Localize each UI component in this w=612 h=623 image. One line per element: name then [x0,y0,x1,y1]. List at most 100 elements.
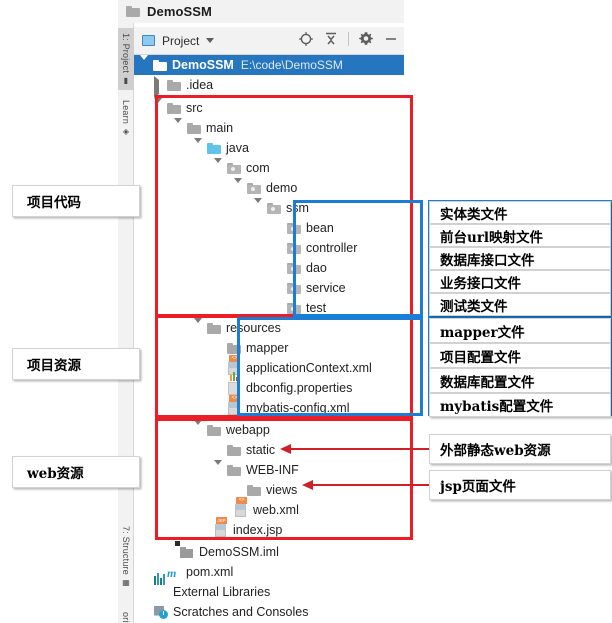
sidebar-item-label: Learn [121,99,131,124]
tree-row-applicationcontext-xml[interactable]: <> applicationContext.xml [134,354,404,378]
tree-row-index-jsp[interactable]: JSP index.jsp [134,516,404,540]
tree-row-web-inf[interactable]: WEB-INF [134,459,404,480]
collapse-all-icon[interactable] [323,31,339,47]
annotation-views: jsp页面文件 [429,470,611,500]
tree-row-controller[interactable]: controller [134,238,404,258]
annotation-label: 数据库配置文件 [440,374,535,391]
tree-row-idea[interactable]: .idea [134,75,404,98]
tree-row-demo[interactable]: demo [134,177,404,198]
tree-item-label: mapper [246,341,289,355]
tree-item-label: mybatis-config.xml [246,401,350,415]
chevron-down-icon[interactable] [154,97,165,117]
tree-row-dao[interactable]: dao [134,258,404,278]
package-icon [287,302,302,315]
tree-row-service[interactable]: service [134,278,404,298]
tree-row-webapp[interactable]: webapp [134,419,404,440]
tree-row-external-libraries[interactable]: External Libraries [134,572,404,602]
annotation-label: 外部静态web资源 [440,443,551,459]
annotation-project-resources: 项目资源 [12,348,140,380]
tree-row-test[interactable]: test [134,298,404,318]
chevron-down-icon[interactable] [174,117,185,137]
package-icon [287,262,302,275]
folder-icon [227,464,242,477]
tree-item-label: Scratches and Consoles [173,605,309,619]
tree-item-label: DemoSSM.iml [199,545,279,559]
tree-row-demossm[interactable]: DemoSSM E:\code\DemoSSM [134,54,404,75]
annotation-dao: 数据库接口文件 [429,247,611,270]
annotation-label: 实体类文件 [440,206,508,223]
tree-row-demossm-iml[interactable]: DemoSSM.iml [134,540,404,562]
project-icon [142,35,155,46]
window-title-bar: DemoSSM [118,0,404,23]
tree-row-main[interactable]: main [134,117,404,138]
annotation-project-code: 项目代码 [12,185,140,217]
gear-icon[interactable] [358,31,374,47]
tree-row-dbconfig-properties[interactable]: dbconfig.properties [134,371,404,398]
tree-row-pom-xml[interactable]: m pom.xml [134,562,404,582]
sidebar-item-structure[interactable]: 7: Structure ▦ [118,518,134,596]
tree-row-mapper[interactable]: mapper [134,338,404,358]
tree-row-java[interactable]: java [134,137,404,158]
properties-file-icon [227,371,242,395]
tree-row-bean[interactable]: bean [134,218,404,238]
screenshot-root: DemoSSM 1: Project ▮ Learn ◈ 7: Structur… [0,0,612,623]
tree-item-label: resources [226,321,281,335]
arrow-head-static [280,444,291,454]
tree-row-web-xml[interactable]: <> web.xml [134,496,404,520]
tree-row-views[interactable]: views [134,480,404,500]
folder-icon [167,102,182,115]
module-icon [153,59,168,72]
sidebar-item-favorites[interactable]: orites [118,601,134,623]
tree-row-src[interactable]: src [134,97,404,118]
sidebar-item-learn[interactable]: Learn ◈ [118,93,134,143]
minimize-icon[interactable] [383,31,399,47]
external-libraries-icon [154,572,169,599]
chevron-right-icon[interactable] [154,75,165,98]
chevron-down-icon[interactable] [214,157,225,177]
tree-item-label: web.xml [253,503,299,517]
arrow-line-static [290,448,430,450]
tree-item-label: index.jsp [233,523,283,537]
project-tree[interactable]: DemoSSM E:\code\DemoSSM .idea src main j… [134,54,404,623]
tree-row-scratches-and-consoles[interactable]: Scratches and Consoles [134,602,404,622]
xml-file-icon: <> [227,394,242,415]
tree-item-label: demo [266,181,298,195]
tree-row-resources[interactable]: resources [134,317,404,338]
folder-icon [187,122,202,135]
project-icon: ▮ [121,75,131,86]
window-title: DemoSSM [147,4,212,19]
annotation-web-resources: web资源 [12,456,140,488]
idea-module-icon [126,3,141,21]
sidebar-item-label: orites [121,612,131,623]
scratches-icon [154,605,169,619]
chevron-down-icon[interactable] [234,177,245,197]
locate-icon[interactable] [298,31,314,47]
tree-item-path: E:\code\DemoSSM [240,58,343,72]
tree-row-static[interactable]: static [134,440,404,460]
annotation-label: 项目配置文件 [440,349,521,366]
tree-item-label: java [226,141,249,155]
xml-file-icon: <> [234,496,249,517]
package-icon [267,202,282,215]
tree-row-ssm[interactable]: ssm [134,197,404,218]
tree-row-com[interactable]: com [134,157,404,178]
package-icon [287,222,302,235]
resource-root-folder-icon [207,322,222,335]
tree-row-mybatis-config-xml[interactable]: <> mybatis-config.xml [134,394,404,418]
annotation-label: 测试类文件 [440,298,508,315]
chevron-down-icon[interactable] [140,54,151,74]
tree-item-label: main [206,121,234,135]
annotation-bean: 实体类文件 [429,201,611,224]
chevron-down-icon[interactable] [194,317,205,337]
tree-item-label: dao [306,261,327,275]
tree-item-label: test [306,301,327,315]
learn-icon: ◈ [121,126,131,137]
chevron-down-icon[interactable] [254,197,265,217]
chevron-down-icon[interactable] [194,137,205,157]
arrow-line-views [312,484,430,486]
tree-item-label: ssm [286,201,309,215]
sidebar-item-project[interactable]: 1: Project ▮ [118,28,134,90]
chevron-down-icon[interactable] [206,38,215,43]
chevron-down-icon[interactable] [194,419,205,439]
chevron-down-icon[interactable] [214,459,225,479]
